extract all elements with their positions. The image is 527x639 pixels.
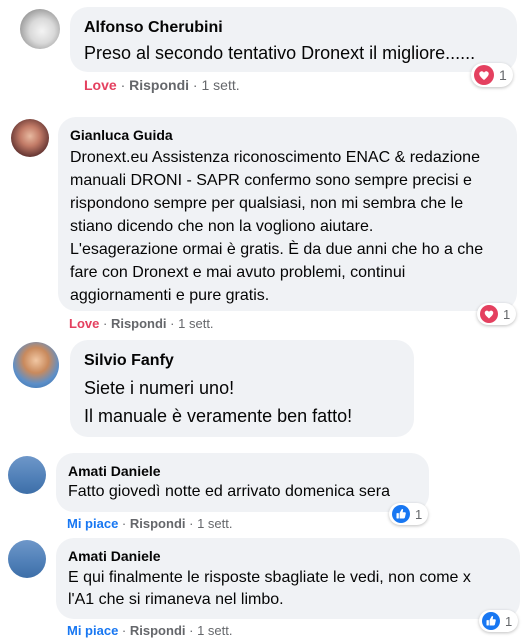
comment-author[interactable]: Amati Daniele bbox=[68, 463, 417, 479]
comment-actions: Love · Rispondi · 1 sett. bbox=[84, 77, 240, 93]
comment-time[interactable]: 1 sett. bbox=[201, 77, 239, 93]
avatar[interactable] bbox=[11, 119, 49, 157]
separator: · bbox=[121, 516, 127, 531]
like-reaction-link[interactable]: Mi piace bbox=[67, 623, 118, 638]
comment-text: Dronext.eu Assistenza riconoscimento ENA… bbox=[70, 146, 505, 307]
comment-author[interactable]: Silvio Fanfy bbox=[84, 352, 400, 370]
comment-text-line: L'esagerazione ormai è gratis. È da due … bbox=[70, 241, 484, 258]
separator: · bbox=[102, 316, 108, 331]
reaction-count-badge[interactable]: 1 bbox=[389, 503, 429, 525]
comment-actions: Mi piace · Rispondi · 1 sett. bbox=[67, 623, 233, 638]
comment-text: Fatto giovedì notte ed arrivato domenica… bbox=[68, 483, 390, 500]
reaction-count: 1 bbox=[505, 613, 513, 629]
comment-text: Preso al secondo tentativo Dronext il mi… bbox=[84, 43, 476, 63]
separator: · bbox=[170, 316, 175, 331]
comment-text-line: l'A1 che si rimaneva nel limbo. bbox=[68, 591, 284, 608]
reply-link[interactable]: Rispondi bbox=[130, 516, 186, 531]
avatar[interactable] bbox=[8, 456, 46, 494]
reply-link[interactable]: Rispondi bbox=[129, 77, 189, 93]
comment-actions: Mi piace · Rispondi · 1 sett. bbox=[67, 516, 233, 531]
comment-text-line: stiano dicendo che non la vogliono aiuta… bbox=[70, 218, 374, 235]
heart-icon bbox=[480, 305, 498, 323]
comment-author[interactable]: Alfonso Cherubini bbox=[84, 19, 503, 37]
reaction-count: 1 bbox=[503, 306, 511, 322]
comment-text-line: rispondono sempre per qualsiasi, non mi … bbox=[70, 195, 464, 212]
avatar[interactable] bbox=[20, 9, 60, 49]
thumbs-up-icon bbox=[482, 612, 500, 630]
comment-text-line: Dronext.eu Assistenza riconoscimento ENA… bbox=[70, 149, 480, 166]
comment-time[interactable]: 1 sett. bbox=[197, 516, 232, 531]
separator: · bbox=[189, 623, 194, 638]
reaction-count: 1 bbox=[415, 506, 423, 522]
comment-bubble: Silvio Fanfy Siete i numeri uno! Il manu… bbox=[70, 340, 414, 437]
comment-author[interactable]: Amati Daniele bbox=[68, 548, 508, 564]
separator: · bbox=[121, 623, 127, 638]
comment-actions: Love · Rispondi · 1 sett. bbox=[69, 316, 214, 331]
thumbs-up-icon bbox=[392, 505, 410, 523]
avatar[interactable] bbox=[8, 540, 46, 578]
reaction-count-badge[interactable]: 1 bbox=[471, 63, 513, 87]
like-reaction-link[interactable]: Mi piace bbox=[67, 516, 118, 531]
comment-bubble: Amati Daniele E qui finalmente le rispos… bbox=[56, 538, 520, 619]
comment-text-line: aggiornamenti e pure gratis. bbox=[70, 287, 270, 304]
comment-text: Siete i numeri uno! Il manuale è veramen… bbox=[84, 374, 400, 430]
comment-bubble: Alfonso Cherubini Preso al secondo tenta… bbox=[70, 7, 517, 72]
heart-icon bbox=[474, 65, 494, 85]
comment-author[interactable]: Gianluca Guida bbox=[70, 127, 505, 143]
reply-link[interactable]: Rispondi bbox=[130, 623, 186, 638]
reaction-count: 1 bbox=[499, 67, 507, 83]
reaction-count-badge[interactable]: 1 bbox=[477, 303, 517, 325]
reply-link[interactable]: Rispondi bbox=[111, 316, 167, 331]
separator: · bbox=[120, 77, 126, 93]
comment-bubble: Amati Daniele Fatto giovedì notte ed arr… bbox=[56, 453, 429, 512]
love-reaction-link[interactable]: Love bbox=[69, 316, 99, 331]
avatar[interactable] bbox=[13, 342, 59, 388]
separator: · bbox=[192, 77, 198, 93]
comment-text-line: Siete i numeri uno! bbox=[84, 378, 235, 398]
comment-bubble: Gianluca Guida Dronext.eu Assistenza ric… bbox=[58, 117, 517, 311]
comment-text-line: E qui finalmente le risposte sbagliate l… bbox=[68, 569, 471, 586]
comment-text-line: Il manuale è veramente ben fatto! bbox=[84, 406, 353, 426]
comment-text-line: fare con Dronext e mai avuto problemi, c… bbox=[70, 264, 406, 281]
reaction-count-badge[interactable]: 1 bbox=[479, 610, 519, 632]
love-reaction-link[interactable]: Love bbox=[84, 77, 117, 93]
separator: · bbox=[189, 516, 194, 531]
comment-time[interactable]: 1 sett. bbox=[178, 316, 213, 331]
comment-text-line: manuali DRONI - SAPR confermo sono sempr… bbox=[70, 172, 472, 189]
comment-text: E qui finalmente le risposte sbagliate l… bbox=[68, 567, 508, 611]
comment-time[interactable]: 1 sett. bbox=[197, 623, 232, 638]
